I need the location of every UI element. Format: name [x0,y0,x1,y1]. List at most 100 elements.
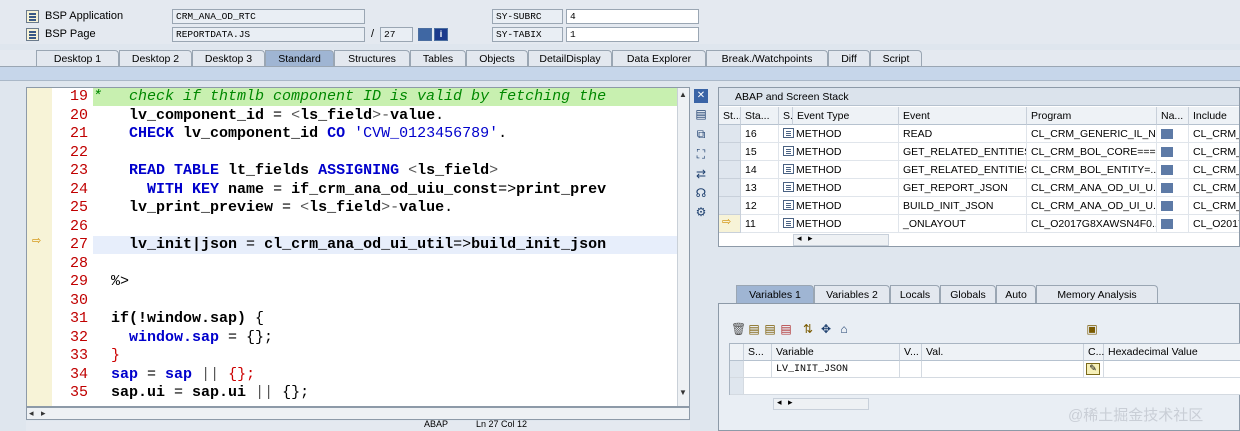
stack-col-st[interactable]: St... [719,107,741,125]
tab-break-watchpoints[interactable]: Break./Watchpoints [706,50,828,66]
navigate-icon[interactable] [1161,183,1173,194]
editor-horizontal-scrollbar[interactable]: ◂ ▸ [26,407,690,420]
stack-navigate[interactable] [1157,197,1189,215]
tab-standard[interactable]: Standard [265,50,334,66]
move-icon[interactable]: ✥ [819,322,833,336]
stack-include[interactable]: CL_CRM_A [1189,197,1239,215]
swap-icon[interactable]: ⇄ [694,167,708,181]
stack-navigate[interactable] [1157,143,1189,161]
stack-event[interactable]: READ [899,125,1027,143]
stack-include[interactable]: CL_CRM_B [1189,161,1239,179]
tab-diff[interactable]: Diff [828,50,870,66]
service-icon[interactable]: ☊ [694,186,708,200]
tab-structures[interactable]: Structures [334,50,410,66]
var-col-value[interactable]: Val. [922,344,1084,361]
variable-name-cell[interactable]: LV_INIT_JSON [772,361,900,378]
current-row-selector[interactable]: ⇨ [719,215,741,233]
empty-variable-row[interactable] [744,378,1240,395]
save-list-icon[interactable]: ▤ [763,322,777,336]
stack-include[interactable]: CL_CRM_G [1189,125,1239,143]
stack-program[interactable]: CL_CRM_ANA_OD_UI_U... [1027,179,1157,197]
row-selector[interactable] [730,378,744,395]
tab-objects[interactable]: Objects [466,50,528,66]
scroll-up-icon[interactable]: ▲ [679,90,687,99]
tab-desktop-1[interactable]: Desktop 1 [36,50,119,66]
tab-variables-2[interactable]: Variables 2 [814,285,890,303]
row-selector[interactable] [719,125,741,143]
variables-horizontal-scrollbar[interactable]: ◂ ▸ [773,397,869,410]
variable-value-cell[interactable] [922,361,1084,378]
save-icon[interactable]: ▣ [1085,322,1099,336]
scroll-down-icon[interactable]: ▼ [679,388,687,397]
row-selector[interactable] [719,179,741,197]
stack-navigate[interactable] [1157,125,1189,143]
stack-include[interactable]: CL_CRM_B [1189,143,1239,161]
bsp-application-field[interactable]: CRM_ANA_OD_RTC [172,9,365,24]
export-icon[interactable]: ▤ [779,322,793,336]
scroll-left-icon[interactable]: ◂ [29,408,34,419]
scroll-right-icon[interactable]: ▸ [41,408,46,419]
stack-event[interactable]: GET_RELATED_ENTITIES [899,161,1027,179]
var-col-s[interactable]: S... [744,344,772,361]
tab-detaildisplay[interactable]: DetailDisplay [528,50,612,66]
info-icon[interactable]: i [434,28,448,41]
stack-col-include[interactable]: Include [1189,107,1239,125]
stack-event[interactable]: BUILD_INIT_JSON [899,197,1027,215]
bsp-page-field[interactable]: REPORTDATA.JS [172,27,365,42]
maximize-icon[interactable]: ⛶ [694,147,708,161]
stack-col-program[interactable]: Program [1027,107,1157,125]
tab-tables[interactable]: Tables [410,50,466,66]
stack-col-event[interactable]: Event [899,107,1027,125]
change-cell[interactable]: ✎ [1084,361,1104,378]
var-col-c[interactable]: C... [1084,344,1104,361]
navigate-icon[interactable] [1161,147,1173,158]
row-selector[interactable] [719,161,741,179]
stack-program[interactable]: CL_CRM_GENERIC_IL_NE... [1027,125,1157,143]
tab-desktop-3[interactable]: Desktop 3 [192,50,265,66]
scroll-right-icon[interactable]: ▸ [788,397,793,408]
filter-icon[interactable]: ⌂ [837,322,851,336]
scroll-left-icon[interactable]: ◂ [777,397,782,408]
navigate-icon[interactable] [1161,165,1173,176]
scroll-left-icon[interactable]: ◂ [797,233,802,244]
stack-program[interactable]: CL_CRM_BOL_CORE===... [1027,143,1157,161]
stack-horizontal-scrollbar[interactable]: ◂ ▸ [793,233,889,246]
sort-icon[interactable]: ⇅ [801,322,815,336]
code-area[interactable]: * check if thtmlb component ID is valid … [93,88,677,406]
row-selector[interactable] [719,143,741,161]
row-selector[interactable] [730,361,744,378]
stack-program[interactable]: CL_CRM_ANA_OD_UI_U... [1027,197,1157,215]
tab-data-explorer[interactable]: Data Explorer [612,50,706,66]
delete-icon[interactable]: 🗑 [731,322,746,336]
grid-icon[interactable] [418,28,432,41]
tab-variables-1[interactable]: Variables 1 [736,285,814,303]
source-code-editor[interactable]: ⇨ 19 20 21 22 23 24 25 26 27 28 29 30 31… [26,87,690,407]
navigate-icon[interactable] [1161,129,1173,140]
scroll-right-icon[interactable]: ▸ [808,233,813,244]
stack-navigate[interactable] [1157,179,1189,197]
stack-col-na[interactable]: Na... [1157,107,1189,125]
stack-col-event-type[interactable]: Event Type [793,107,899,125]
tab-auto[interactable]: Auto [996,285,1036,303]
close-icon[interactable]: ✕ [694,89,708,103]
load-icon[interactable]: ▤ [747,322,761,336]
stack-event[interactable]: _ONLAYOUT [899,215,1027,233]
var-col-variable[interactable]: Variable [772,344,900,361]
settings-icon[interactable]: ⚙ [694,205,708,219]
stack-navigate[interactable] [1157,161,1189,179]
stack-col-sta[interactable]: Sta... [741,107,779,125]
row-selector[interactable] [719,197,741,215]
stack-program[interactable]: CL_CRM_BOL_ENTITY=... [1027,161,1157,179]
var-col-hex[interactable]: Hexadecimal Value [1104,344,1240,361]
navigate-icon[interactable] [1161,219,1173,230]
breakpoint-gutter[interactable]: ⇨ [27,88,53,406]
tab-locals[interactable]: Locals [890,285,940,303]
var-col-select[interactable] [730,344,744,361]
stack-include[interactable]: CL_CRM_A [1189,179,1239,197]
tab-script[interactable]: Script [870,50,922,66]
tab-globals[interactable]: Globals [940,285,996,303]
editor-vertical-scrollbar[interactable]: ▲ ▼ [677,88,689,406]
navigate-icon[interactable] [1161,201,1173,212]
copy-icon[interactable]: ⧉ [694,127,708,141]
stack-event[interactable]: GET_REPORT_JSON [899,179,1027,197]
